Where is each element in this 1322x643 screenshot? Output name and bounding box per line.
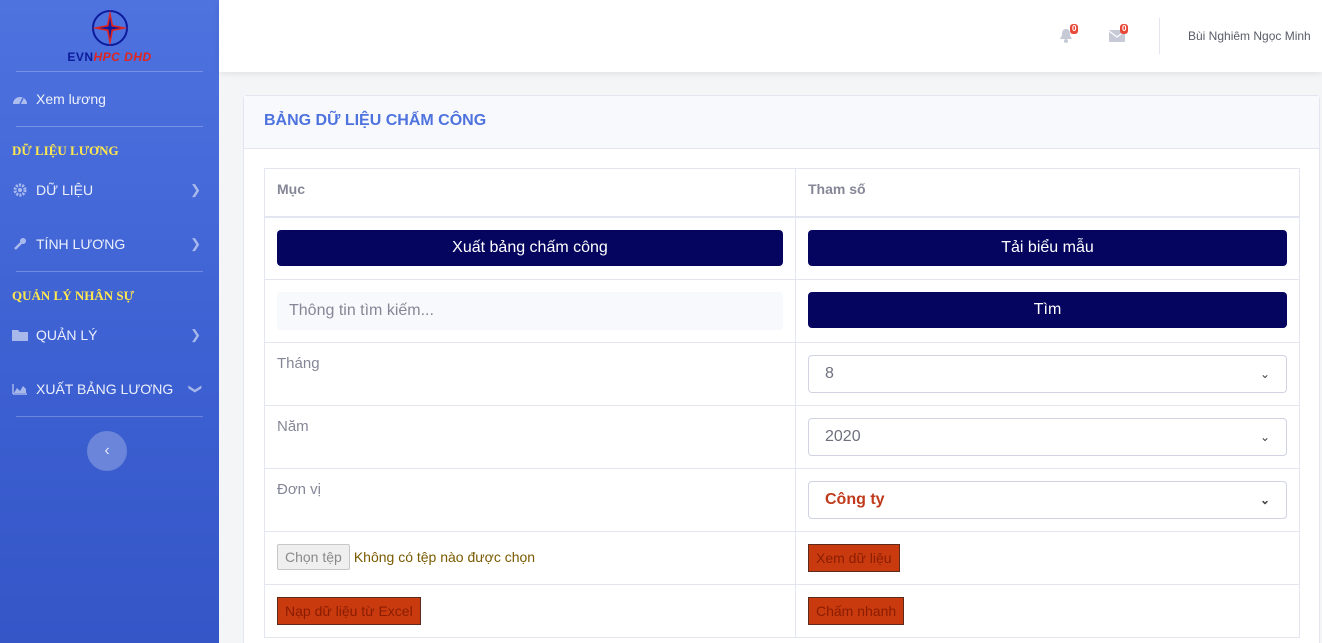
table-row: Tìm [264, 279, 1300, 343]
chevron-down-icon: ❯ [188, 383, 204, 395]
chevron-down-icon: ⌄ [1259, 367, 1270, 381]
folder-icon [12, 328, 28, 342]
table-cell: Chọn tệp Không có tệp nào được chọn [264, 531, 796, 585]
sidebar-divider [16, 416, 203, 417]
evn-logo-icon [91, 9, 128, 46]
sidebar-toggle-button[interactable]: ‹ [87, 431, 127, 471]
search-input[interactable] [277, 292, 783, 330]
sidebar-item-calculate-salary[interactable]: TÍNH LƯƠNG ❯ [0, 217, 219, 271]
table-header-row: Mục Tham số [264, 168, 1300, 218]
sidebar-item-label: QUẢN LÝ [36, 327, 98, 343]
sidebar-heading-salary-data: DỮ LIỆU LƯƠNG [12, 143, 119, 158]
month-select-value: 8 [825, 365, 834, 382]
table-cell [264, 279, 796, 343]
table-row: Đơn vị Công ty ⌄ [264, 468, 1300, 532]
topbar-divider [1159, 18, 1160, 54]
table-cell: 2020 ⌄ [795, 405, 1300, 469]
timekeeping-table: Mục Tham số Xuất bảng chấm công Tải biểu… [264, 168, 1300, 638]
table-cell: Tìm [795, 279, 1300, 343]
sidebar-item-label: DỮ LIỆU [36, 182, 94, 198]
sidebar-item-label: Xem lương [36, 91, 106, 107]
table-cell: Công ty ⌄ [795, 468, 1300, 532]
table-row: Xuất bảng chấm công Tải biểu mẫu [264, 216, 1300, 280]
chevron-right-icon: ❯ [190, 236, 201, 251]
sidebar-item-export-payroll[interactable]: XUẤT BẢNG LƯƠNG ❯ [0, 362, 219, 416]
export-timesheet-button[interactable]: Xuất bảng chấm công [277, 229, 783, 266]
sidebar-item-label: XUẤT BẢNG LƯƠNG [36, 381, 174, 397]
timekeeping-card: BẢNG DỮ LIỆU CHẤM CÔNG Mục Tham số Xuất … [243, 95, 1320, 643]
sidebar-heading-hr: QUẢN LÝ NHÂN SỰ [12, 288, 134, 303]
table-row: Chọn tệp Không có tệp nào được chọn Xem d… [264, 531, 1300, 585]
dashboard-icon [12, 92, 28, 106]
sidebar-item-label: TÍNH LƯƠNG [36, 236, 126, 252]
column-header-item: Mục [264, 168, 796, 218]
user-name[interactable]: Bùi Nghiêm Ngọc Minh [1188, 29, 1311, 43]
unit-label: Đơn vị [264, 468, 796, 532]
messages-count-badge: 0 [1120, 24, 1129, 34]
view-data-button[interactable]: Xem dữ liệu [808, 544, 900, 572]
no-file-chosen-text: Không có tệp nào được chọn [353, 549, 536, 565]
sidebar-item-view-salary[interactable]: Xem lương [0, 72, 219, 126]
choose-file-button[interactable]: Chọn tệp [277, 544, 350, 570]
search-button[interactable]: Tìm [808, 292, 1287, 328]
chevron-down-icon: ⌄ [1259, 493, 1270, 507]
alerts-button[interactable]: 0 [1059, 24, 1079, 44]
sidebar-item-data[interactable]: DỮ LIỆU ❯ [0, 163, 219, 217]
unit-select-value: Công ty [825, 491, 885, 508]
area-chart-icon [12, 382, 28, 396]
table-cell: Xuất bảng chấm công [264, 216, 796, 280]
chevron-right-icon: ❯ [190, 327, 201, 342]
year-select-value: 2020 [825, 428, 861, 445]
table-cell: Tải biểu mẫu [795, 216, 1300, 280]
table-cell: Xem dữ liệu [795, 531, 1300, 585]
table-cell: Chấm nhanh [795, 584, 1300, 638]
chevron-left-icon: ‹ [104, 442, 110, 459]
brand-logo[interactable]: EVNHPC DHD [16, 0, 203, 72]
month-select[interactable]: 8 ⌄ [808, 355, 1287, 393]
table-row: Nạp dữ liệu từ Excel Chấm nhanh [264, 584, 1300, 638]
chevron-right-icon: ❯ [190, 182, 201, 197]
card-title: BẢNG DỮ LIỆU CHẤM CÔNG [244, 96, 1319, 149]
unit-select[interactable]: Công ty ⌄ [808, 481, 1287, 519]
gear-icon [12, 183, 28, 197]
column-header-param: Tham số [795, 168, 1300, 218]
year-label: Năm [264, 405, 796, 469]
sidebar-item-manage[interactable]: QUẢN LÝ ❯ [0, 308, 219, 362]
month-label: Tháng [264, 342, 796, 406]
brand-text: EVNHPC DHD [67, 49, 152, 64]
download-template-button[interactable]: Tải biểu mẫu [808, 229, 1287, 266]
table-cell: Nạp dữ liệu từ Excel [264, 584, 796, 638]
table-row: Tháng 8 ⌄ [264, 342, 1300, 406]
wrench-icon [12, 237, 28, 251]
quick-timekeeping-button[interactable]: Chấm nhanh [808, 597, 905, 625]
topbar: 0 0 Bùi Nghiêm Ngọc Minh [219, 0, 1322, 72]
table-row: Năm 2020 ⌄ [264, 405, 1300, 469]
chevron-down-icon: ⌄ [1259, 430, 1270, 444]
table-cell: 8 ⌄ [795, 342, 1300, 406]
import-excel-button[interactable]: Nạp dữ liệu từ Excel [277, 597, 421, 625]
sidebar: EVNHPC DHD Xem lương DỮ LIỆU LƯƠNG DỮ LI… [0, 0, 219, 643]
year-select[interactable]: 2020 ⌄ [808, 418, 1287, 456]
alerts-count-badge: 0 [1070, 24, 1079, 34]
messages-button[interactable]: 0 [1108, 24, 1129, 44]
